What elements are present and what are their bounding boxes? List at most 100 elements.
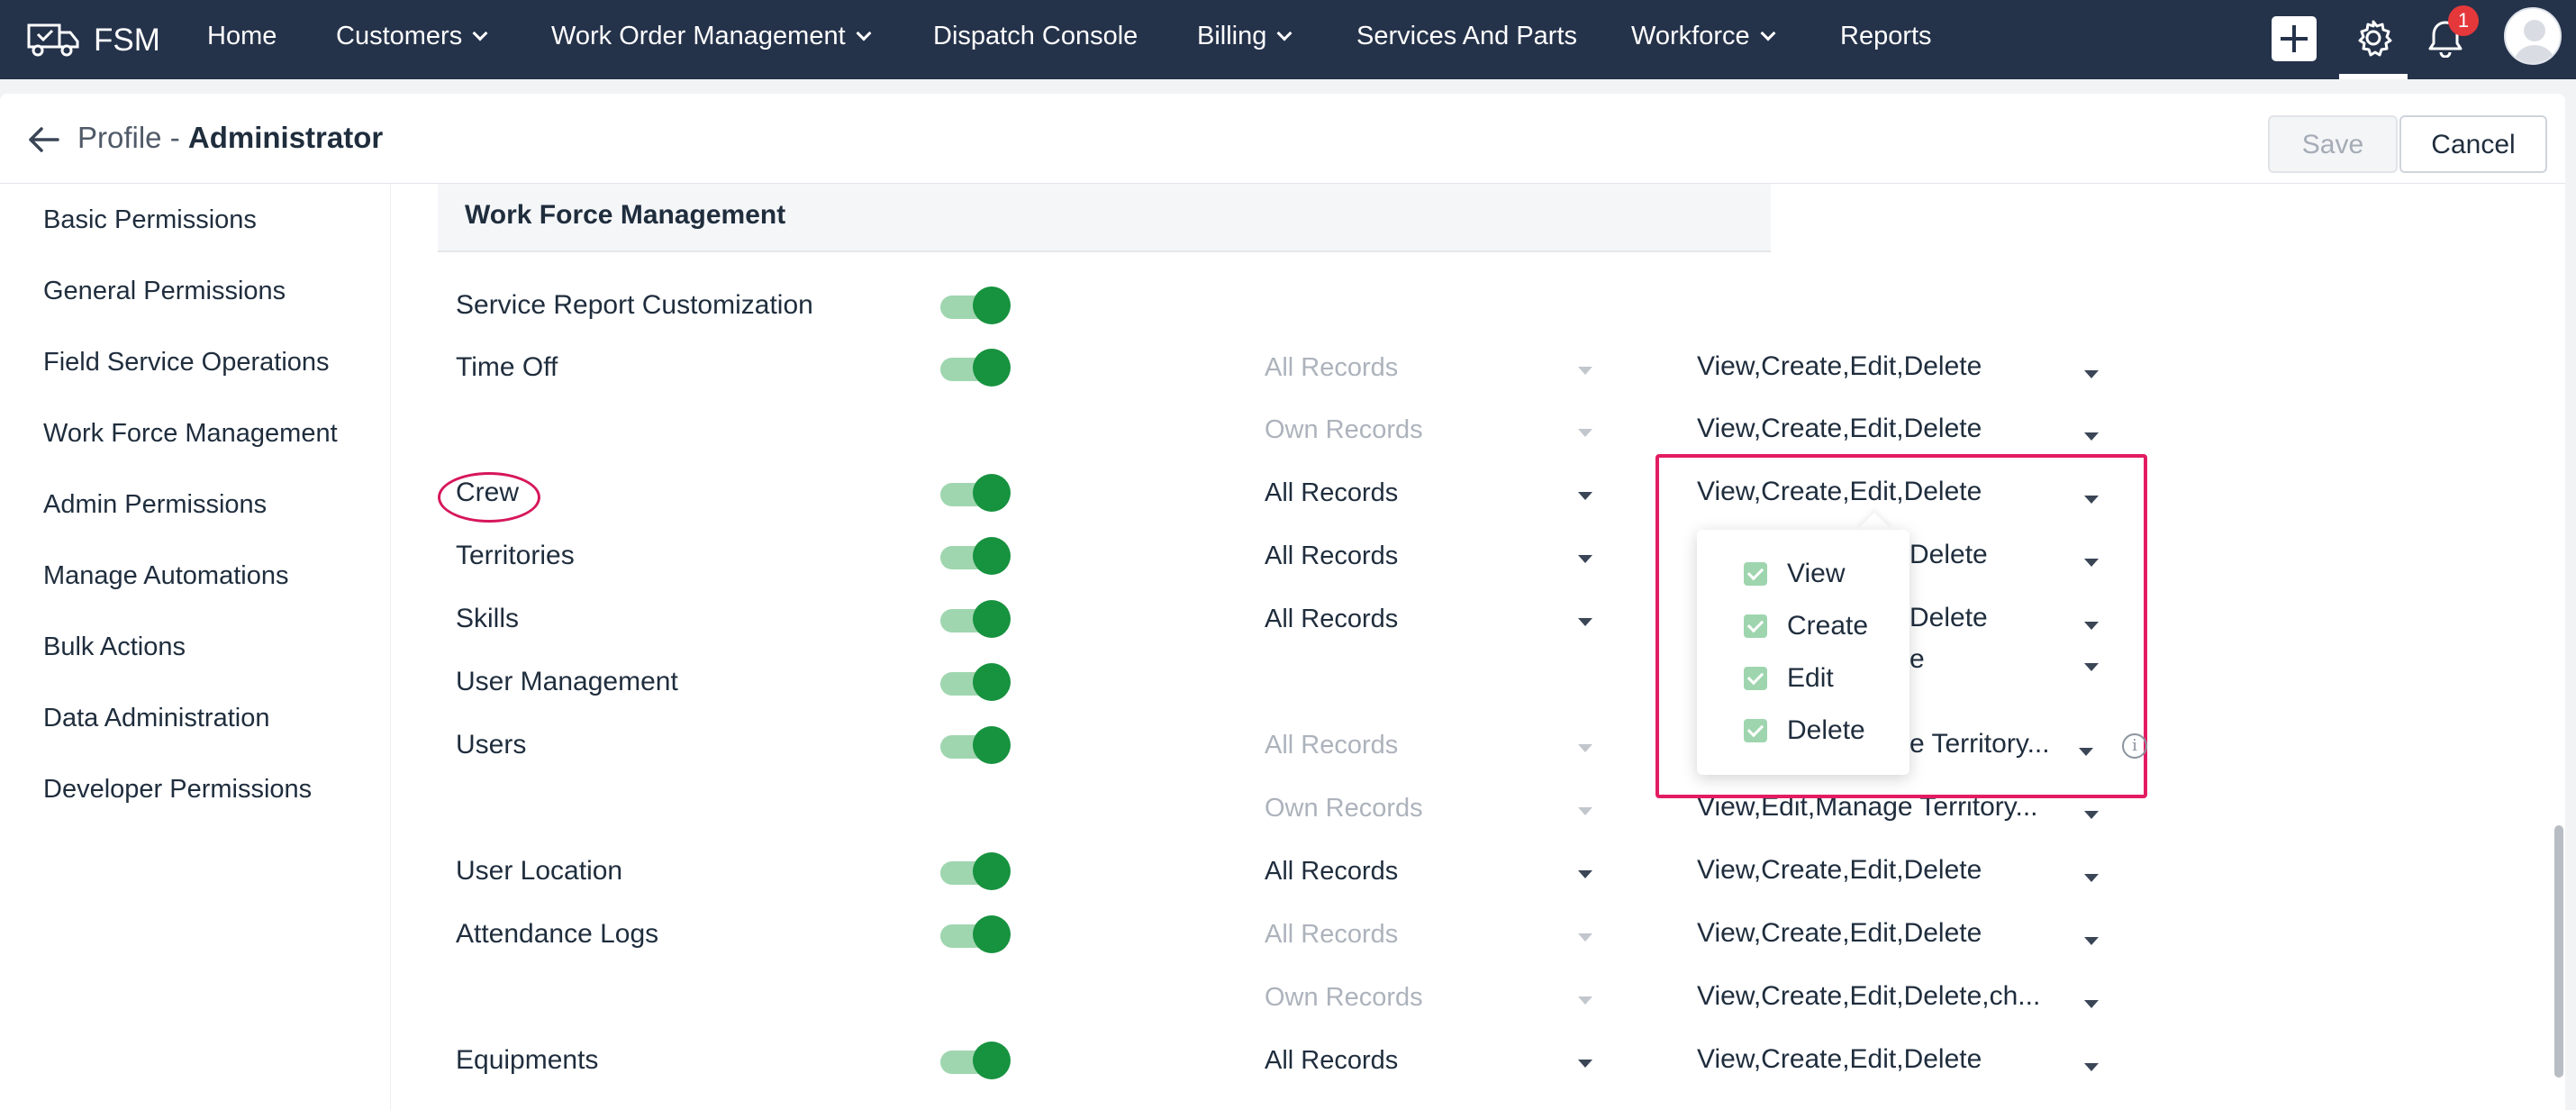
toggle-switch[interactable] (940, 537, 1011, 575)
toggle-knob (973, 537, 1011, 575)
sidebar-item-bulk-actions[interactable]: Bulk Actions (43, 632, 186, 662)
row-label: User Management (456, 667, 678, 696)
toggle-switch[interactable] (940, 915, 1011, 953)
option-create[interactable]: Create (1744, 611, 1868, 641)
cancel-button[interactable]: Cancel (2399, 115, 2547, 173)
notification-badge: 1 (2448, 5, 2479, 36)
nav-label: Home (207, 22, 277, 50)
sidebar-item-developer-permissions[interactable]: Developer Permissions (43, 775, 312, 805)
caret-down-icon[interactable] (2084, 1000, 2099, 1008)
nav-label: Reports (1840, 22, 1932, 50)
nav-workforce[interactable]: Workforce (1631, 22, 1776, 51)
scope-select: All Records (1265, 920, 1399, 949)
brand-name: FSM (94, 22, 160, 58)
nav-home[interactable]: Home (207, 22, 277, 51)
sidebar-item-basic-permissions[interactable]: Basic Permissions (43, 205, 257, 235)
title-name: Administrator (187, 121, 384, 154)
option-label: View (1787, 559, 1846, 588)
toggle-switch[interactable] (940, 852, 1011, 890)
row-label: Territories (456, 541, 575, 570)
toggle-switch[interactable] (940, 349, 1011, 387)
section-header: Work Force Management (438, 184, 1771, 252)
scrollbar-thumb[interactable] (2554, 825, 2563, 1078)
permission-value[interactable]: View,Create,Edit,Delete,ch... (1697, 981, 2040, 1012)
nav-reports[interactable]: Reports (1840, 22, 1932, 51)
option-edit[interactable]: Edit (1744, 663, 1834, 694)
toggle-switch[interactable] (940, 287, 1011, 324)
caret-down-icon (1578, 870, 1592, 878)
toggle-knob (973, 852, 1011, 890)
toggle-switch[interactable] (940, 600, 1011, 638)
toggle-knob (973, 287, 1011, 324)
main-panel: Profile - Administrator Save Cancel Basi… (0, 94, 2565, 1110)
sidebar-item-general-permissions[interactable]: General Permissions (43, 277, 286, 306)
scope-select[interactable]: All Records (1265, 1046, 1607, 1076)
scope-select[interactable]: All Records (1265, 478, 1607, 508)
scope-select[interactable]: All Records (1265, 857, 1607, 887)
toggle-switch[interactable] (940, 474, 1011, 512)
permission-value[interactable]: View,Create,Edit,Delete (1697, 855, 1982, 886)
sidebar-item-field-service-operations[interactable]: Field Service Operations (43, 348, 330, 378)
nav-label: Work Order Management (551, 22, 846, 50)
chevron-down-icon (856, 25, 872, 41)
sidebar-item-work-force-management[interactable]: Work Force Management (43, 419, 338, 449)
nav-billing[interactable]: Billing (1197, 22, 1293, 51)
row-label: Time Off (456, 352, 558, 382)
page-title: Profile - Administrator (77, 121, 383, 155)
row-label: Equipments (456, 1045, 599, 1075)
caret-down-icon[interactable] (2084, 874, 2099, 882)
toggle-knob (973, 600, 1011, 638)
nav-services-and-parts[interactable]: Services And Parts (1356, 22, 1577, 51)
caret-down-icon[interactable] (2084, 937, 2099, 945)
scope-select[interactable]: All Records (1265, 541, 1607, 571)
row-label: Attendance Logs (456, 919, 659, 949)
brand-logo[interactable]: FSM (25, 16, 160, 64)
option-view[interactable]: View (1744, 559, 1845, 589)
caret-down-icon (1578, 807, 1592, 815)
permission-value[interactable]: View,Create,Edit,Delete (1697, 414, 1982, 444)
scope-select: Own Records (1265, 983, 1423, 1012)
toggle-switch[interactable] (940, 726, 1011, 764)
sidebar-item-manage-automations[interactable]: Manage Automations (43, 561, 288, 591)
scope-select: Own Records (1265, 794, 1423, 823)
caret-down-icon (1578, 555, 1592, 563)
caret-down-icon[interactable] (2084, 370, 2099, 378)
permission-value[interactable]: View,Create,Edit,Delete (1697, 918, 1982, 949)
nav-label: Customers (336, 22, 463, 50)
checkbox-checked-icon[interactable] (1744, 614, 1767, 638)
option-label: Delete (1787, 715, 1865, 745)
caret-down-icon (1578, 618, 1592, 626)
save-button[interactable]: Save (2268, 115, 2398, 173)
checkbox-checked-icon[interactable] (1744, 719, 1767, 742)
avatar[interactable] (2504, 7, 2562, 65)
scope-select: Own Records (1265, 415, 1423, 444)
caret-down-icon[interactable] (2084, 1063, 2099, 1071)
checkbox-checked-icon[interactable] (1744, 667, 1767, 690)
checkbox-checked-icon[interactable] (1744, 562, 1767, 586)
sidebar-item-data-administration[interactable]: Data Administration (43, 704, 269, 733)
permission-value[interactable]: View,Create,Edit,Delete (1697, 351, 1982, 382)
nav-customers[interactable]: Customers (336, 22, 488, 51)
caret-down-icon[interactable] (2084, 811, 2099, 819)
caret-down-icon[interactable] (2084, 432, 2099, 441)
caret-down-icon (1578, 744, 1592, 752)
sidebar-item-admin-permissions[interactable]: Admin Permissions (43, 490, 267, 520)
active-indicator (2339, 74, 2408, 79)
caret-down-icon (1578, 492, 1592, 500)
nav-dispatch-console[interactable]: Dispatch Console (933, 22, 1138, 51)
caret-down-icon (1578, 933, 1592, 942)
back-arrow-icon[interactable] (27, 126, 59, 158)
toggle-knob (973, 1042, 1011, 1079)
gear-icon[interactable] (2354, 18, 2393, 62)
permission-value[interactable]: View,Create,Edit,Delete (1697, 1044, 1982, 1075)
toggle-switch[interactable] (940, 663, 1011, 701)
toggle-switch[interactable] (940, 1042, 1011, 1079)
row-label: User Location (456, 856, 623, 886)
toggle-knob (973, 474, 1011, 512)
plus-icon[interactable] (2272, 16, 2317, 61)
option-delete[interactable]: Delete (1744, 715, 1865, 746)
scope-select[interactable]: All Records (1265, 605, 1607, 634)
nav-work-order-management[interactable]: Work Order Management (551, 22, 872, 51)
section-title: Work Force Management (465, 200, 786, 230)
info-icon[interactable]: i (2122, 733, 2147, 759)
